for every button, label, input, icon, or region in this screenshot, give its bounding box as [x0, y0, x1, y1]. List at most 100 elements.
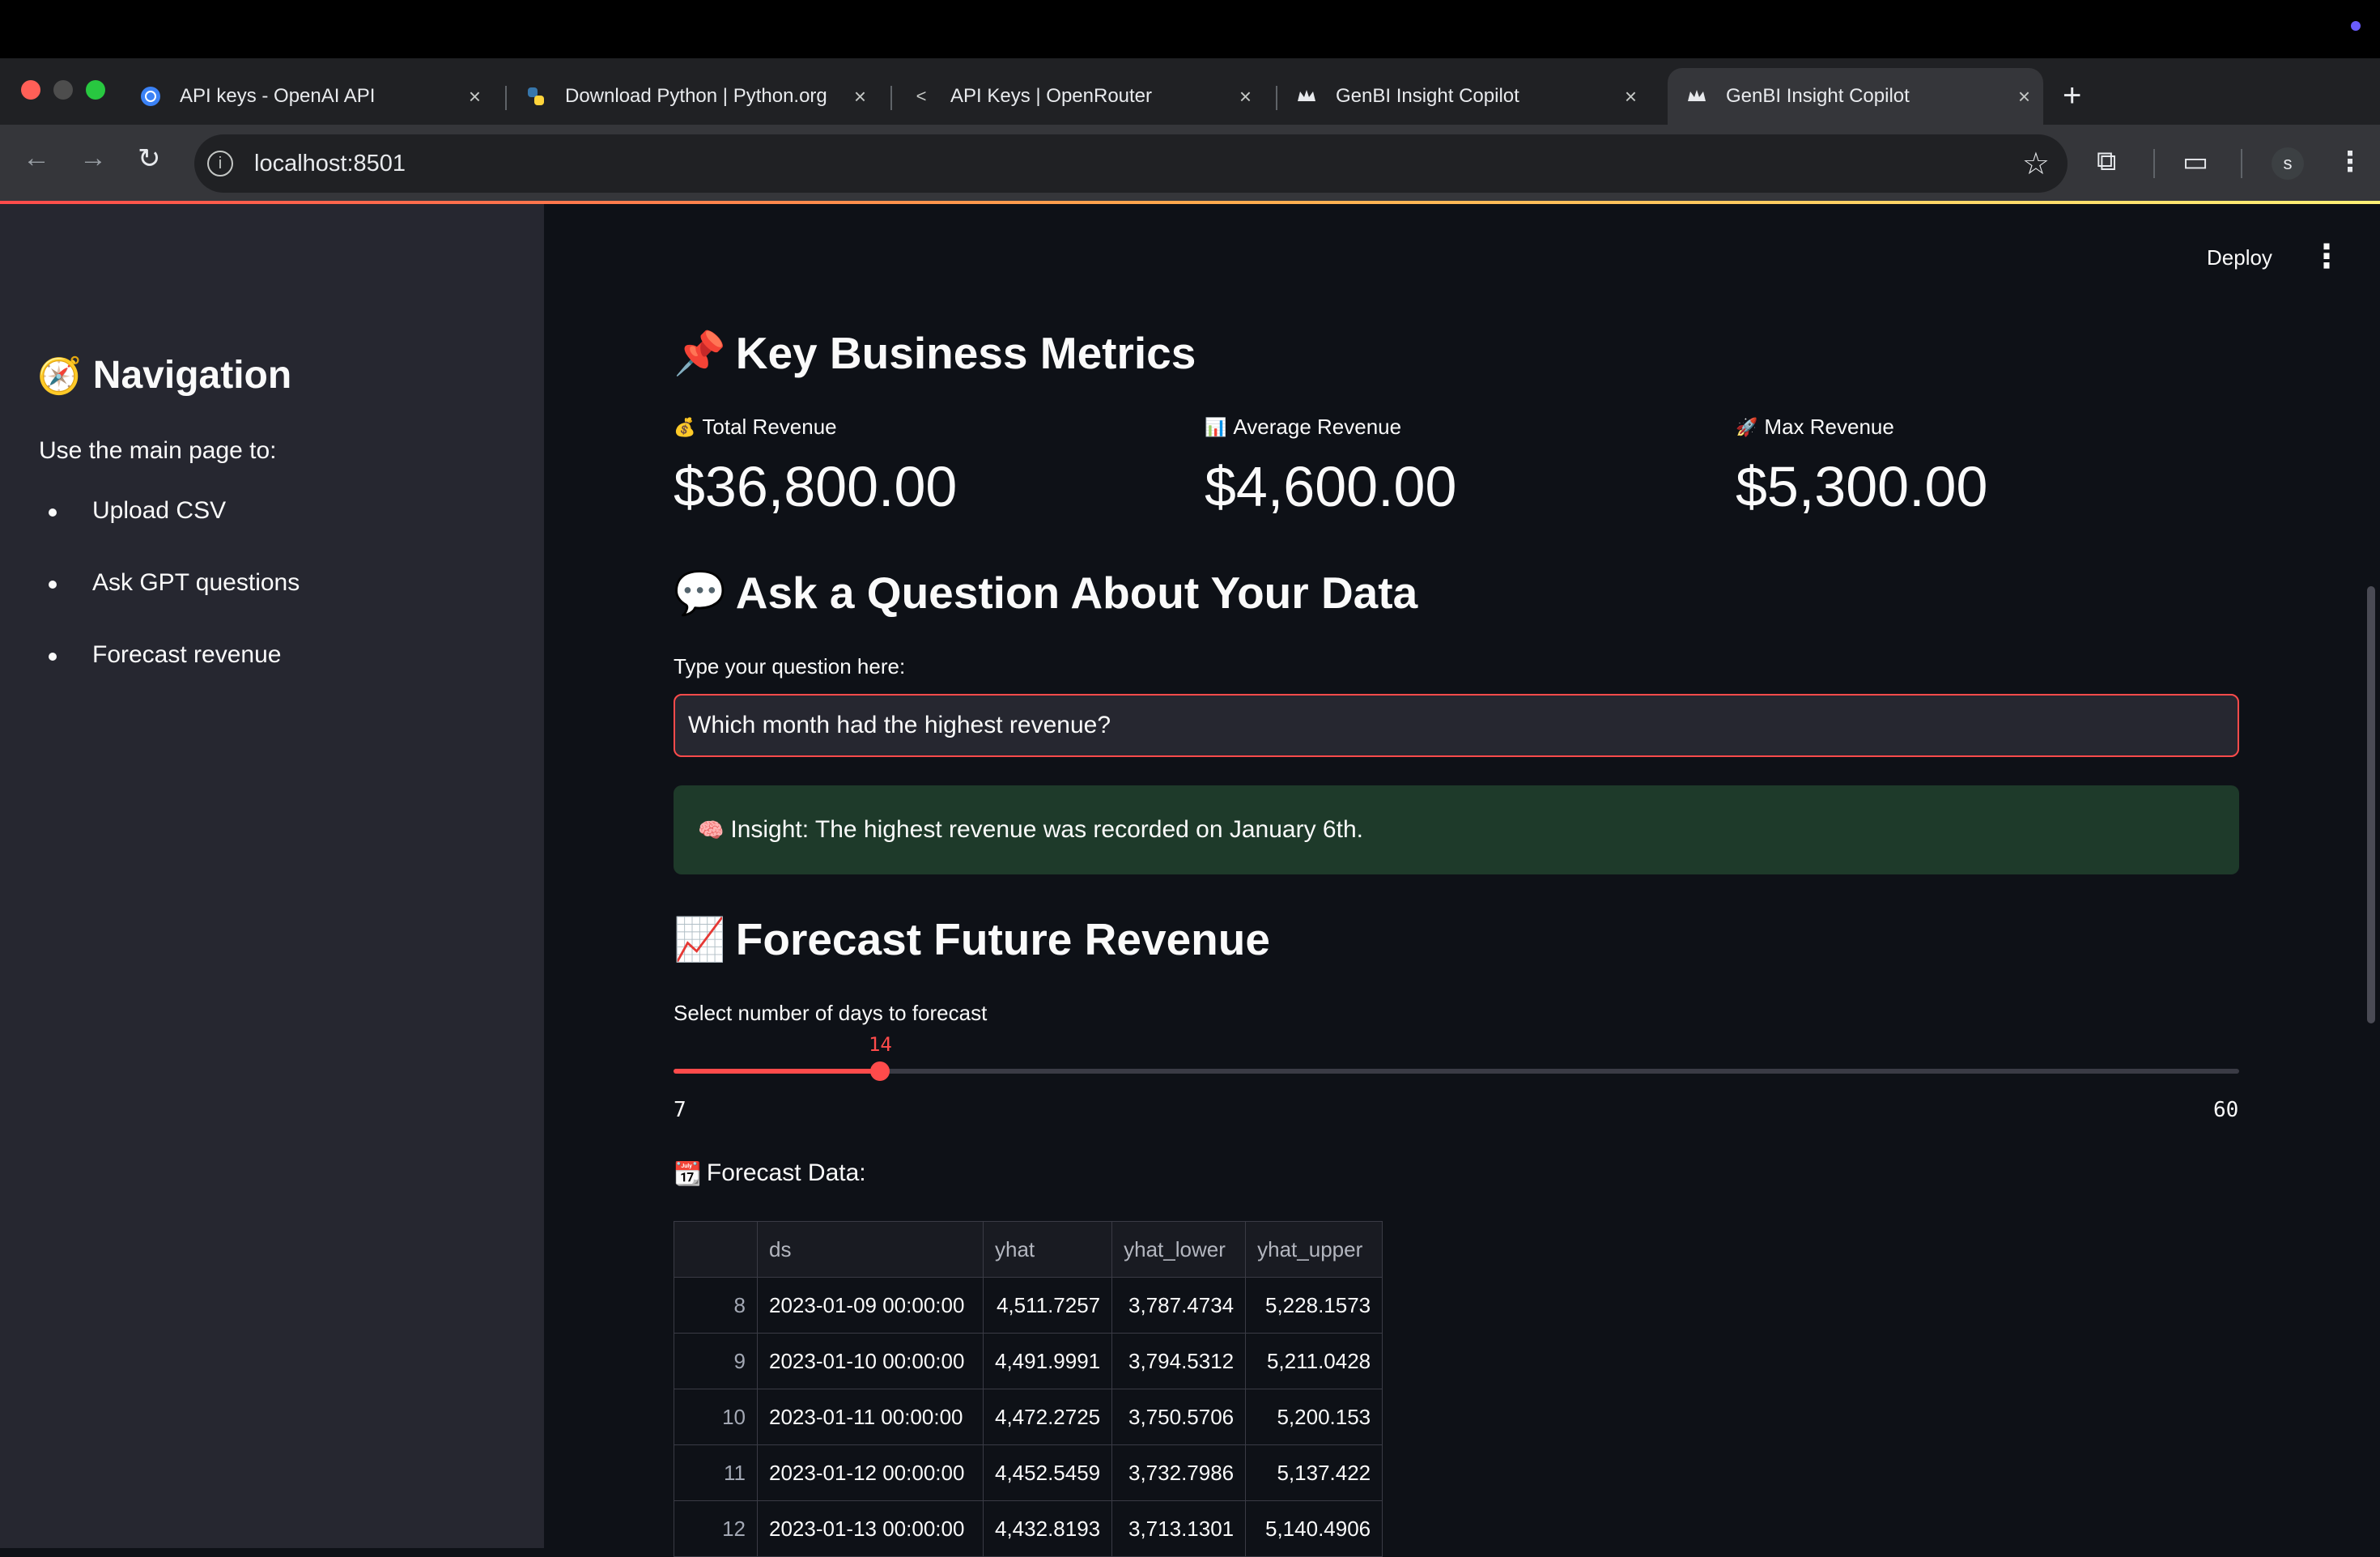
toolbar-divider — [2241, 149, 2242, 178]
bookmark-star-icon[interactable]: ☆ — [2022, 146, 2050, 182]
compass-icon: 🧭 — [37, 355, 82, 396]
cell-ds[interactable]: 2023-01-11 00:00:00 — [757, 1389, 984, 1445]
metric-label: Average Revenue — [1233, 415, 1402, 439]
streamlit-crown-icon — [1685, 85, 1708, 108]
metric-total-revenue: 💰 Total Revenue $36,800.00 — [674, 415, 957, 519]
profile-avatar[interactable]: s — [2272, 147, 2304, 180]
address-bar[interactable]: i localhost:8501 ☆ — [194, 134, 2068, 193]
slider-thumb[interactable] — [870, 1061, 890, 1081]
cell-yhat[interactable]: 4,491.9991 — [982, 1333, 1113, 1389]
cell-ds[interactable]: 2023-01-09 00:00:00 — [757, 1277, 984, 1334]
tab-search-icon[interactable]: ▭ — [2182, 146, 2208, 178]
cell-yhat[interactable]: 4,452.5459 — [982, 1444, 1113, 1501]
window-close-icon[interactable] — [21, 80, 40, 100]
browser-tab-active[interactable]: GenBI Insight Copilot × — [1668, 68, 2043, 125]
cell-yhat-upper[interactable]: 5,200.153 — [1245, 1389, 1383, 1445]
cell-yhat[interactable]: 4,472.2725 — [982, 1389, 1113, 1445]
cell-ds[interactable]: 2023-01-12 00:00:00 — [757, 1444, 984, 1501]
sidebar-item-label: Ask GPT questions — [92, 569, 300, 596]
tab-title: GenBI Insight Copilot — [1726, 85, 1910, 107]
tab-close-icon[interactable]: × — [854, 84, 866, 109]
main-menu-icon[interactable]: ⋮ — [2310, 238, 2343, 275]
window-zoom-icon[interactable] — [86, 80, 105, 100]
cell-yhat-upper[interactable]: 5,137.422 — [1245, 1444, 1383, 1501]
pushpin-icon: 📌 — [674, 330, 726, 377]
forecast-data-label-text: Forecast Data: — [706, 1159, 866, 1186]
extensions-icon[interactable]: ⧉ — [2097, 146, 2116, 177]
index-header — [674, 1221, 758, 1278]
tab-close-icon[interactable]: × — [2018, 84, 2030, 109]
cell-yhat-lower[interactable]: 3,713.1301 — [1111, 1500, 1247, 1557]
browser-toolbar: ← → ↻ i localhost:8501 ☆ ⧉ ▭ s ⋮ — [0, 125, 2380, 202]
insight-box: 🧠 Insight: The highest revenue was recor… — [674, 785, 2239, 874]
column-header[interactable]: ds — [757, 1221, 984, 1278]
reload-icon[interactable]: ↻ — [138, 143, 161, 175]
insight-text: Insight: The highest revenue was recorde… — [730, 816, 1363, 843]
browser-tab[interactable]: API keys - OpenAI API × — [121, 68, 494, 125]
deploy-button[interactable]: Deploy — [2207, 245, 2272, 270]
window-minimize-icon[interactable] — [53, 80, 73, 100]
metrics-heading-text: Key Business Metrics — [735, 328, 1196, 378]
tab-close-icon[interactable]: × — [469, 84, 481, 109]
row-index: 8 — [674, 1277, 758, 1334]
table-row: 11 2023-01-12 00:00:00 4,452.5459 3,732.… — [674, 1444, 1383, 1501]
row-index: 11 — [674, 1444, 758, 1501]
cell-yhat-lower[interactable]: 3,732.7986 — [1111, 1444, 1247, 1501]
cell-yhat-upper[interactable]: 5,211.0428 — [1245, 1333, 1383, 1389]
cell-yhat-upper[interactable]: 5,228.1573 — [1245, 1277, 1383, 1334]
cell-yhat[interactable]: 4,432.8193 — [982, 1500, 1113, 1557]
brain-icon: 🧠 — [698, 817, 725, 842]
forward-icon[interactable]: → — [79, 143, 107, 174]
column-header[interactable]: yhat_upper — [1245, 1221, 1383, 1278]
table-row: 12 2023-01-13 00:00:00 4,432.8193 3,713.… — [674, 1500, 1383, 1557]
cell-yhat[interactable]: 4,511.7257 — [982, 1277, 1113, 1334]
site-info-icon[interactable]: i — [207, 151, 233, 177]
cell-yhat-lower[interactable]: 3,750.5706 — [1111, 1389, 1247, 1445]
question-input[interactable] — [674, 694, 2239, 757]
row-index: 12 — [674, 1500, 758, 1557]
sidebar: 🧭 Navigation Use the main page to: Uploa… — [0, 204, 544, 1548]
table-row: 9 2023-01-10 00:00:00 4,491.9991 3,794.5… — [674, 1333, 1383, 1389]
column-header[interactable]: yhat_lower — [1111, 1221, 1247, 1278]
row-index: 9 — [674, 1333, 758, 1389]
sidebar-title-text: Navigation — [92, 354, 292, 397]
question-heading: 💬 Ask a Question About Your Data — [674, 567, 1417, 619]
status-dot-icon — [2351, 21, 2361, 31]
metrics-heading: 📌 Key Business Metrics — [674, 327, 1196, 379]
cell-ds[interactable]: 2023-01-13 00:00:00 — [757, 1500, 984, 1557]
money-bag-icon: 💰 — [674, 416, 696, 437]
cell-yhat-lower[interactable]: 3,787.4734 — [1111, 1277, 1247, 1334]
metric-label: Max Revenue — [1764, 415, 1894, 439]
tab-title: API Keys | OpenRouter — [950, 85, 1153, 107]
page-scrollbar[interactable] — [2367, 586, 2375, 1023]
openrouter-icon: < — [916, 86, 927, 106]
tab-title: GenBI Insight Copilot — [1336, 85, 1519, 107]
metric-label: Total Revenue — [702, 415, 837, 439]
slider-value: 14 — [868, 1033, 892, 1056]
rocket-icon: 🚀 — [1736, 416, 1758, 437]
metric-value: $36,800.00 — [674, 455, 958, 518]
forecast-days-slider[interactable] — [674, 1061, 2239, 1081]
metric-value: $4,600.00 — [1205, 455, 1457, 518]
browser-tab[interactable]: Download Python | Python.org × — [507, 68, 879, 125]
browser-tab[interactable]: GenBI Insight Copilot × — [1277, 68, 1650, 125]
cell-ds[interactable]: 2023-01-10 00:00:00 — [757, 1333, 984, 1389]
browser-tab[interactable]: < API Keys | OpenRouter × — [892, 68, 1264, 125]
browser-menu-icon[interactable]: ⋮ — [2336, 146, 2364, 178]
os-menu-bar — [0, 0, 2380, 58]
metric-average-revenue: 📊 Average Revenue $4,600.00 — [1205, 415, 1456, 519]
row-index: 10 — [674, 1389, 758, 1445]
table-header-row: ds yhat yhat_lower yhat_upper — [674, 1221, 1383, 1278]
column-header[interactable]: yhat — [982, 1221, 1113, 1278]
tab-close-icon[interactable]: × — [1625, 84, 1637, 109]
new-tab-icon[interactable]: + — [2063, 78, 2081, 114]
cell-yhat-upper[interactable]: 5,140.4906 — [1245, 1500, 1383, 1557]
speech-bubble-icon: 💬 — [674, 569, 726, 617]
sidebar-item-forecast: Forecast revenue — [39, 641, 300, 713]
forecast-table[interactable]: ds yhat yhat_lower yhat_upper 8 2023-01-… — [674, 1221, 1383, 1557]
tab-close-icon[interactable]: × — [1239, 84, 1252, 109]
bar-chart-icon: 📊 — [1205, 416, 1227, 437]
back-icon[interactable]: ← — [23, 143, 50, 174]
cell-yhat-lower[interactable]: 3,794.5312 — [1111, 1333, 1247, 1389]
tab-title: API keys - OpenAI API — [180, 85, 376, 107]
